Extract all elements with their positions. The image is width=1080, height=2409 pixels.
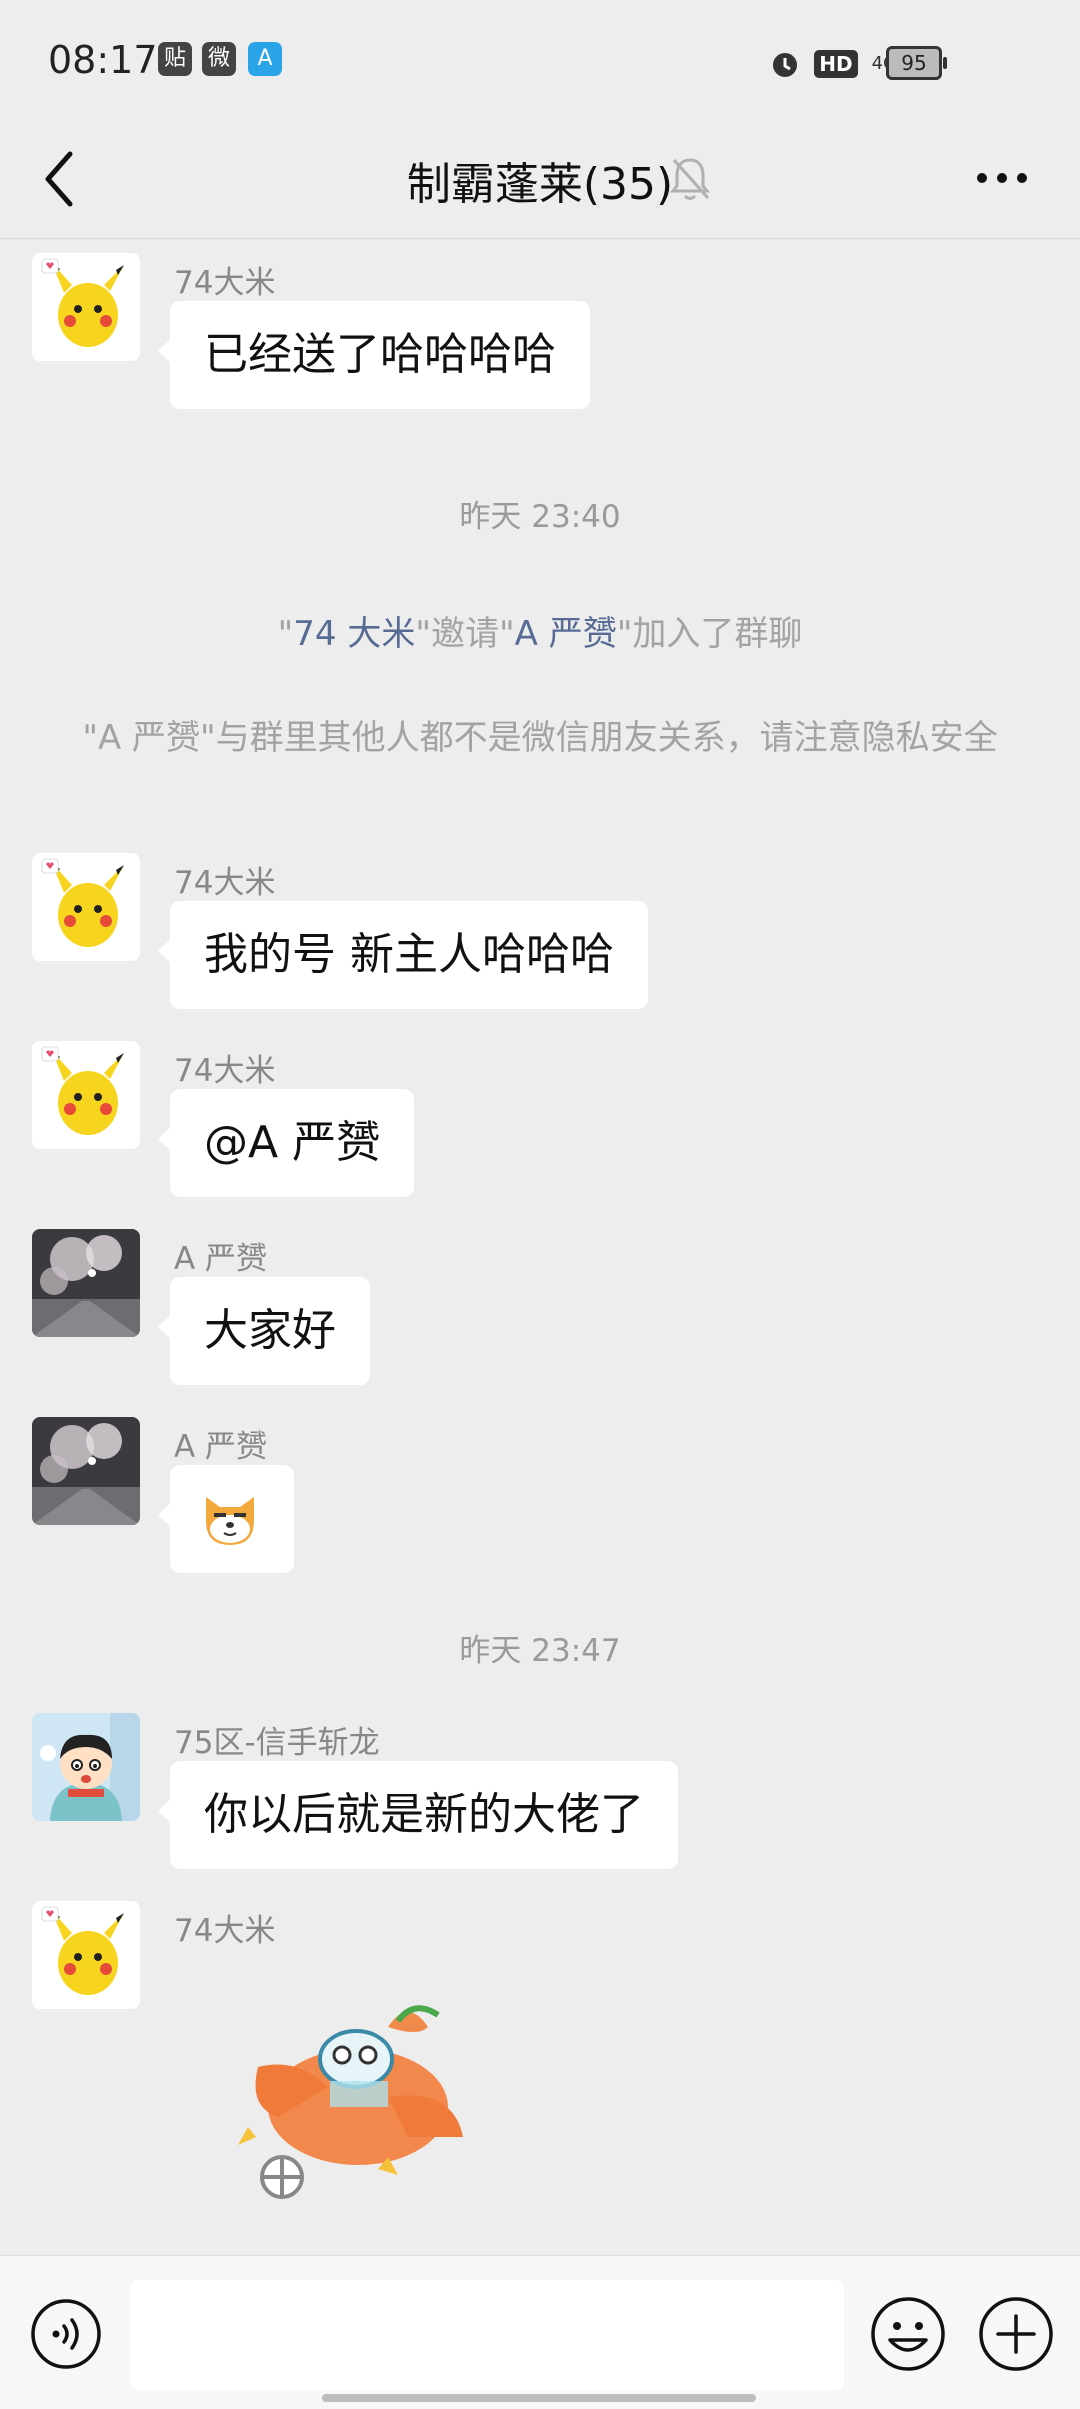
message-bubble[interactable] <box>158 1465 294 1573</box>
timestamp: 昨天 23:40 <box>459 499 621 535</box>
invited-user-link[interactable]: A 严赟 <box>515 614 617 654</box>
more-dots-icon[interactable] <box>972 158 1032 198</box>
avatar[interactable] <box>32 1041 140 1149</box>
avatar[interactable] <box>32 1901 140 2009</box>
page-title: 制霸蓬莱(35) <box>406 159 674 210</box>
sender-name: A 严赟 <box>174 1429 268 1465</box>
avatar[interactable] <box>32 1229 140 1337</box>
notification-translate-icon: A <box>248 42 282 76</box>
bell-off-icon <box>669 158 711 200</box>
airplane-sticker-icon[interactable] <box>238 1997 470 2207</box>
message-bubble[interactable]: @A 严赟 <box>157 1089 415 1197</box>
emoji-icon[interactable] <box>870 2296 946 2372</box>
system-message-invite: "74 大米"邀请"A 严赟"加入了群聊 <box>277 614 803 654</box>
notification-tieba-icon: 贴 <box>158 42 192 76</box>
notification-app-icon: 微 <box>202 42 236 76</box>
avatar[interactable] <box>32 853 140 961</box>
sender-name: 74大米 <box>174 265 276 301</box>
message-bubble[interactable]: 你以后就是新的大佬了 <box>158 1761 678 1869</box>
message-list[interactable]: 74大米 已经送了哈哈哈哈 昨天 23:40 "74 大米"邀请"A 严赟"加入… <box>0 239 1080 2255</box>
message-bubble[interactable]: 我的号 新主人哈哈哈 <box>158 901 648 1009</box>
invite-user-link[interactable]: 74 大米 <box>293 614 415 654</box>
hd-badge: HD <box>814 50 858 78</box>
sender-name: 74大米 <box>174 1913 276 1949</box>
message-bubble[interactable]: 已经送了哈哈哈哈 <box>158 301 590 409</box>
sender-name: 74大米 <box>174 865 276 901</box>
avatar[interactable] <box>32 1417 140 1525</box>
system-message-notice: "A 严赟"与群里其他人都不是微信朋友关系，请注意隐私安全 <box>82 718 998 758</box>
sender-name: 74大米 <box>174 1053 276 1089</box>
sender-name: 75区-信手斩龙 <box>174 1725 380 1761</box>
dog-emoji-icon <box>206 1497 254 1545</box>
message-bubble[interactable]: 大家好 <box>158 1277 370 1385</box>
message-input[interactable] <box>130 2280 844 2390</box>
status-bar: 08:17 贴 微 A HD 4G 95 <box>0 0 1080 120</box>
timestamp: 昨天 23:47 <box>459 1633 621 1669</box>
sender-name: A 严赟 <box>174 1241 268 1277</box>
plus-icon[interactable] <box>978 2296 1054 2372</box>
status-time: 08:17 <box>48 38 158 82</box>
alarm-icon <box>773 53 798 77</box>
battery-icon: 95 <box>886 46 947 80</box>
voice-icon[interactable] <box>30 2298 102 2370</box>
chat-header: 制霸蓬莱(35) <box>0 120 1080 239</box>
avatar[interactable] <box>32 1713 140 1821</box>
input-bar <box>0 2255 1080 2409</box>
home-indicator[interactable] <box>322 2394 756 2402</box>
avatar[interactable] <box>32 253 140 361</box>
